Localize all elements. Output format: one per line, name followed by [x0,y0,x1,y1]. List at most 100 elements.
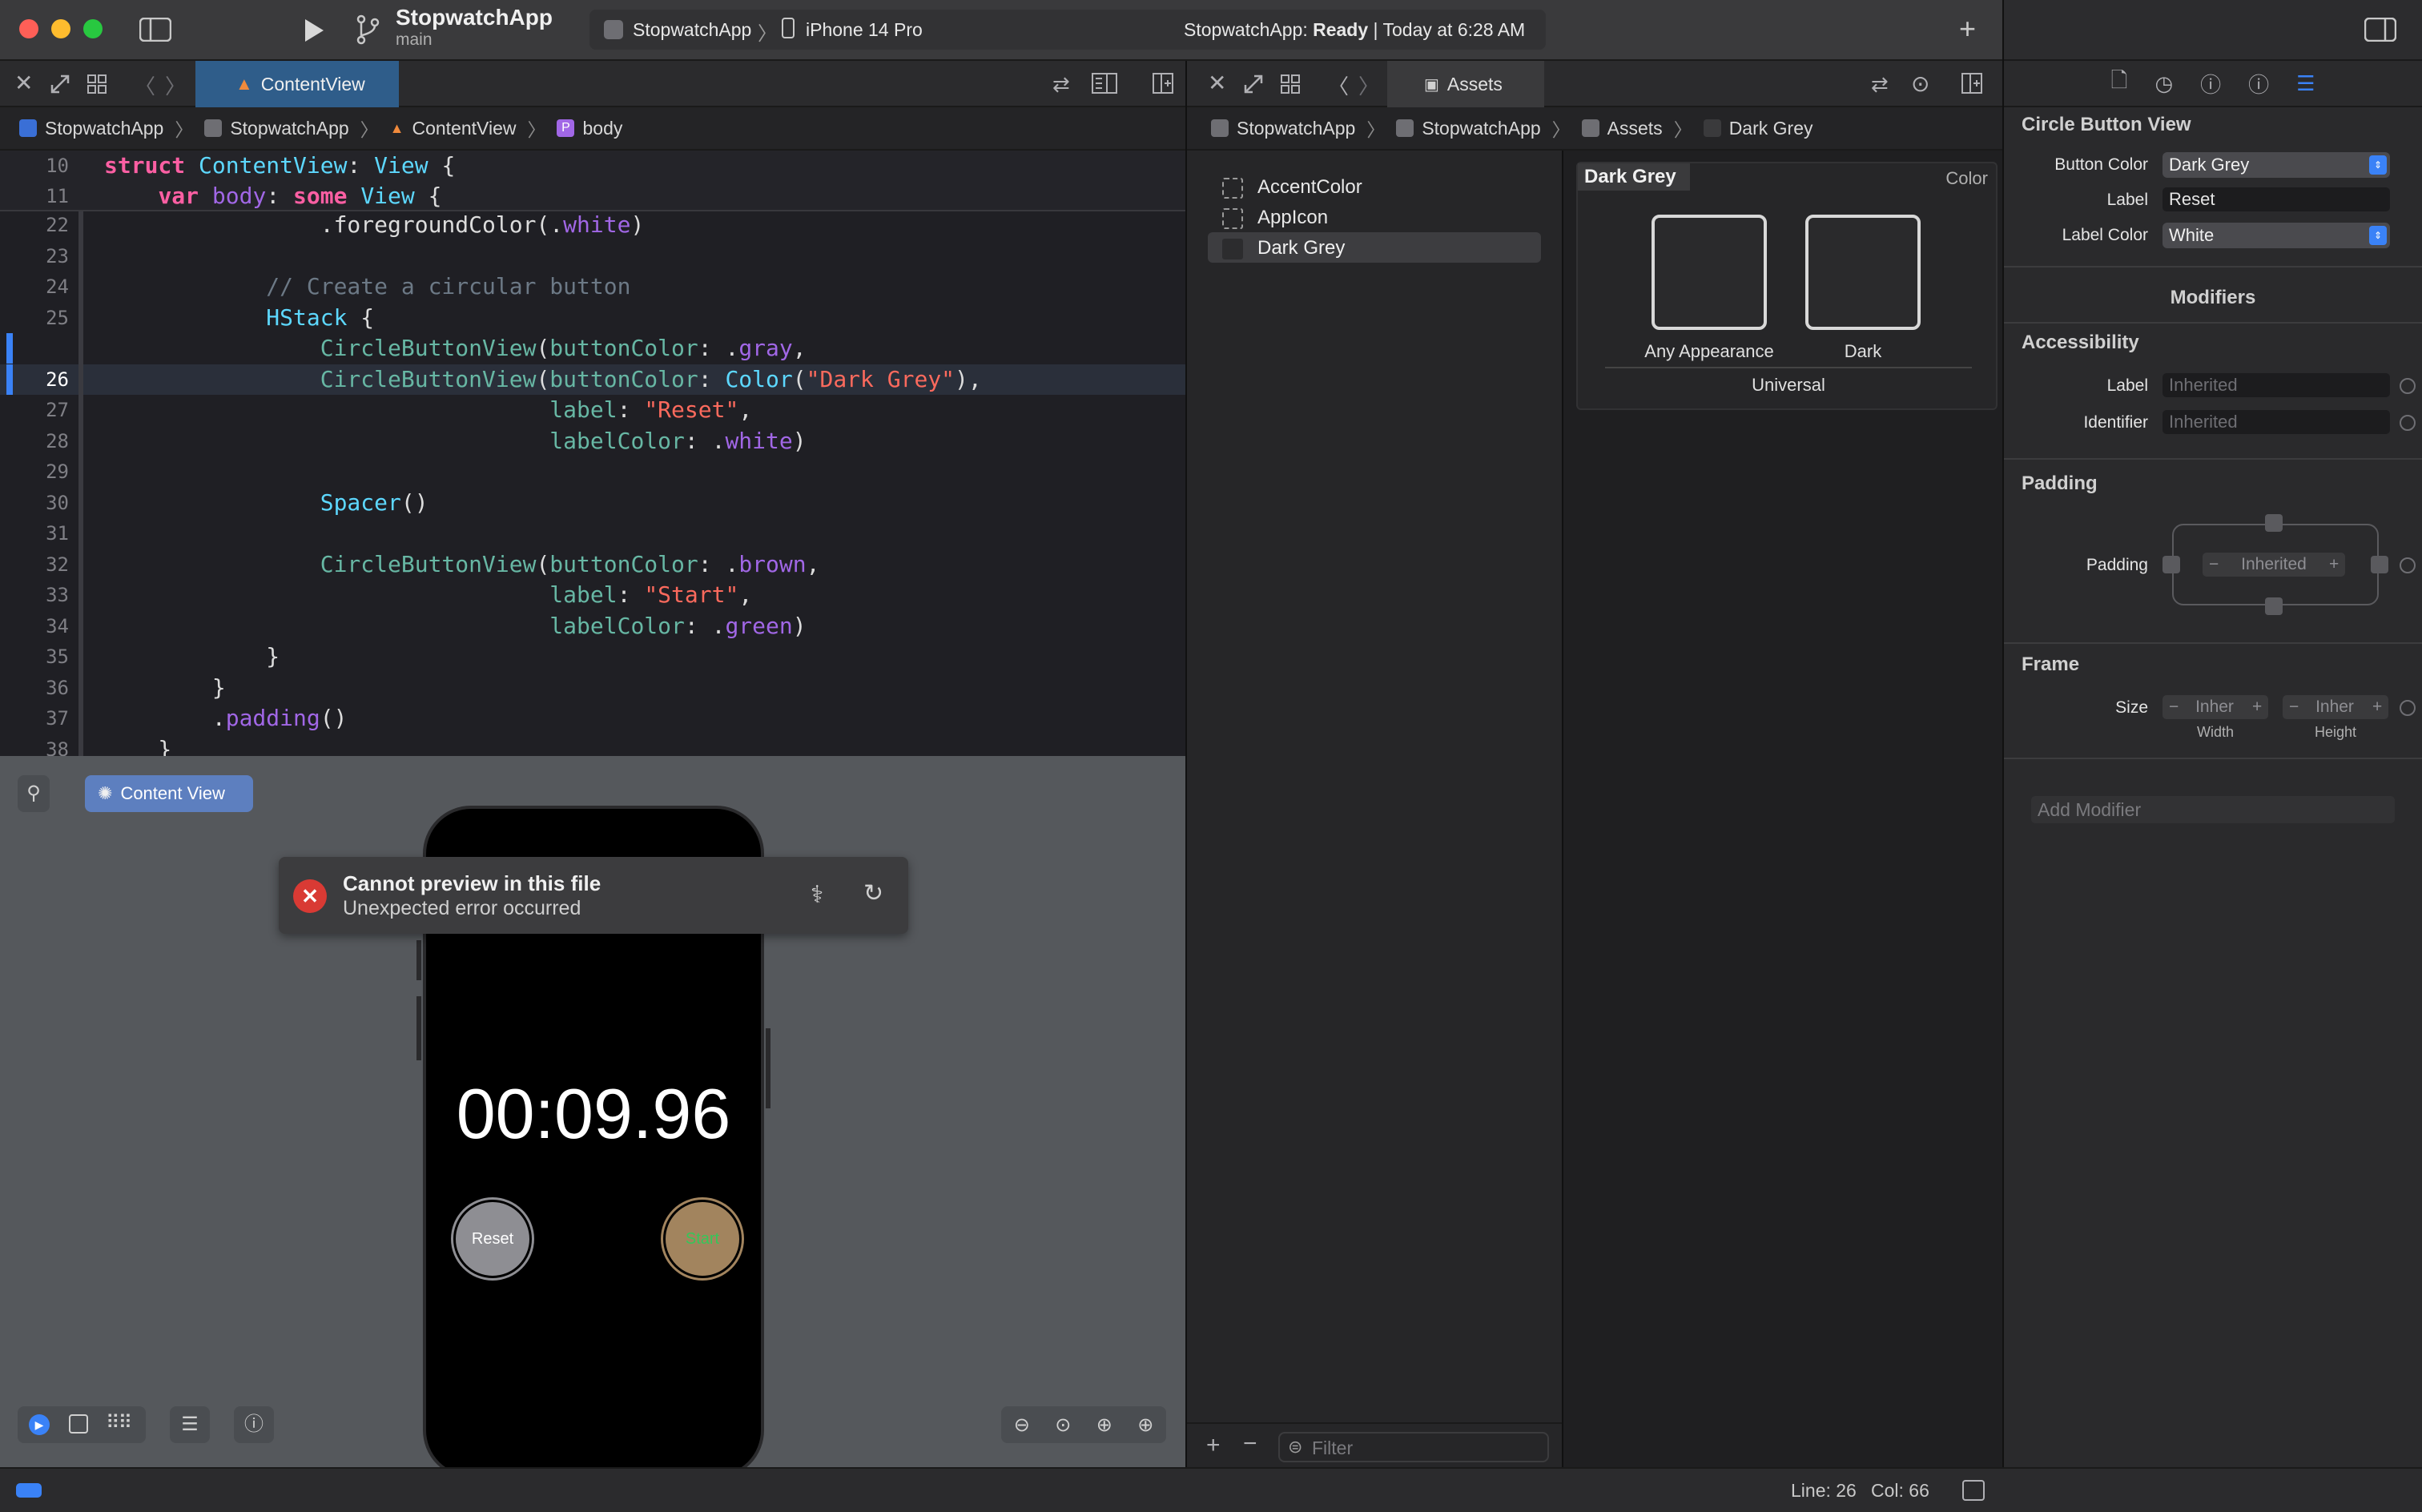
variants-icon[interactable]: ⠿⠿ [106,1411,132,1434]
add-editor-icon[interactable] [1961,72,1983,94]
reset-circle-icon[interactable] [2400,415,2416,431]
breadcrumb-file[interactable]: ▲ ContentView [390,118,517,139]
color-well-any[interactable] [1652,215,1767,330]
file-icon[interactable]: 🗋 [2111,66,2128,101]
preview-pill[interactable]: ✺ Content View [85,775,253,812]
breadcrumb-folder[interactable]: StopwatchApp [1396,118,1541,139]
width-stepper[interactable]: − Inher + [2162,695,2268,719]
code-line[interactable]: 29 [0,456,1185,487]
tab-assets[interactable]: ▣ Assets [1387,61,1544,107]
breadcrumb-color-set[interactable]: Dark Grey [1703,118,1812,139]
padding-leading-checkbox[interactable] [2162,556,2180,573]
zoom-100-icon[interactable]: ⊕ [1096,1413,1112,1437]
code-line[interactable]: 26 CircleButtonView(buttonColor: Color("… [0,364,1185,395]
reset-circle-icon[interactable] [2400,378,2416,394]
close-editor-icon[interactable]: ✕ [1208,72,1226,94]
label-field[interactable]: Reset [2162,187,2390,211]
selectable-mode-icon[interactable] [69,1414,88,1434]
diagnostics-icon[interactable]: ⚕ [811,881,823,909]
padding-trailing-checkbox[interactable] [2371,556,2388,573]
code-line[interactable]: 22 .foregroundColor(.white) [0,210,1185,240]
code-line[interactable]: 10 struct ContentView: View { [0,151,1185,181]
forward-icon[interactable]: 〉 [1358,70,1379,100]
accessibility-icon[interactable]: ⓘ [2248,69,2269,99]
color-well-dark[interactable] [1805,215,1921,330]
code-line[interactable]: 30 Spacer() [0,488,1185,518]
swap-icon[interactable]: ⇄ [1871,72,1889,97]
code-line[interactable]: 23 [0,241,1185,271]
device-settings-icon[interactable]: ☰ [170,1406,210,1443]
grid-icon[interactable] [86,74,107,94]
start-button[interactable]: Start [663,1200,742,1278]
run-button[interactable] [303,18,325,43]
back-icon[interactable]: 〈 [135,70,155,100]
pin-icon[interactable]: ⚲ [18,775,50,812]
decrement-icon[interactable]: − [2209,553,2219,577]
code-line[interactable]: 25 HStack { [0,303,1185,333]
code-line[interactable]: 37 .padding() [0,703,1185,734]
breadcrumb-project[interactable]: StopwatchApp [19,118,163,139]
code-line[interactable]: 38 } [0,734,1185,757]
color-set-title[interactable]: Dark Grey [1578,163,1690,191]
increment-icon[interactable]: + [2329,553,2339,577]
zoom-window-button[interactable] [83,19,103,38]
code-line[interactable]: CircleButtonView(buttonColor: .gray, [0,333,1185,364]
tab-contentview[interactable]: ▲ ContentView [195,61,399,107]
forward-icon[interactable]: 〉 [165,70,186,100]
history-icon[interactable]: ◷ [2154,71,2173,96]
add-asset-icon[interactable]: + [1206,1432,1221,1459]
attributes-icon[interactable]: ☰ [2296,71,2315,96]
inspector-toggle-icon[interactable] [2364,18,2396,42]
code-line[interactable]: 27 label: "Reset", [0,395,1185,425]
filter-field[interactable]: ⊜ Filter [1278,1432,1549,1462]
reset-circle-icon[interactable] [2400,557,2416,573]
live-mode-icon[interactable]: ▶ [29,1414,50,1435]
reset-circle-icon[interactable] [2400,700,2416,716]
plus-icon[interactable]: + [1959,14,1976,43]
breadcrumb-catalog[interactable]: Assets [1581,118,1663,139]
code-line[interactable]: 11 var body: some View { [0,181,1185,211]
code-line[interactable]: 36 } [0,673,1185,703]
padding-stepper[interactable]: − Inherited + [2203,553,2345,577]
help-icon[interactable]: ⓘ [2200,69,2221,99]
add-editor-icon[interactable] [1152,72,1174,94]
decrement-icon[interactable]: − [2169,695,2179,719]
more-icon[interactable]: ⊙ [1911,70,1929,97]
padding-top-checkbox[interactable] [2265,514,2283,532]
code-line[interactable]: 28 labelColor: .white) [0,426,1185,456]
increment-icon[interactable]: + [2252,695,2262,719]
project-name[interactable]: StopwatchApp [396,5,553,30]
zoom-in-icon[interactable]: ⊕ [1137,1413,1153,1437]
expand-icon[interactable] [50,74,70,94]
list-item-selected[interactable]: Dark Grey [1208,232,1541,263]
expand-icon[interactable] [1243,74,1264,94]
code-line[interactable]: 31 [0,518,1185,549]
code-line[interactable]: 24 // Create a circular button [0,271,1185,302]
padding-bottom-checkbox[interactable] [2265,597,2283,615]
code-line[interactable]: 33 label: "Start", [0,580,1185,610]
code-line[interactable]: 35 } [0,641,1185,672]
label-color-popup[interactable]: White ⇕ [2162,223,2390,248]
reset-button[interactable]: Reset [453,1200,532,1278]
scheme-selector[interactable]: StopwatchApp [633,19,751,41]
info-icon[interactable]: ⓘ [234,1406,274,1443]
remove-asset-icon[interactable]: − [1243,1430,1257,1458]
device-selector[interactable]: iPhone 14 Pro [806,19,923,41]
add-modifier-field[interactable]: Add Modifier [2031,796,2395,823]
debug-toggle-icon[interactable] [1962,1480,1985,1501]
decrement-icon[interactable]: − [2289,695,2299,719]
grid-icon[interactable] [1280,74,1301,94]
button-color-popup[interactable]: Dark Grey ⇕ [2162,152,2390,178]
code-lines[interactable]: 22 .foregroundColor(.white) 23 24 // Creat… [0,211,1185,756]
refresh-icon[interactable]: ↻ [863,879,883,907]
close-editor-icon[interactable]: ✕ [14,72,33,94]
navigator-toggle-icon[interactable] [139,18,171,42]
breadcrumb-project[interactable]: StopwatchApp [1211,118,1355,139]
acc-identifier-field[interactable]: Inherited [2162,410,2390,434]
zoom-out-icon[interactable]: ⊖ [1014,1413,1030,1437]
height-stepper[interactable]: − Inher + [2283,695,2388,719]
close-window-button[interactable] [19,19,38,38]
debug-area-indicator-icon[interactable] [16,1483,42,1498]
code-line[interactable]: 32 CircleButtonView(buttonColor: .brown, [0,549,1185,580]
list-item[interactable]: AccentColor [1208,171,1541,202]
